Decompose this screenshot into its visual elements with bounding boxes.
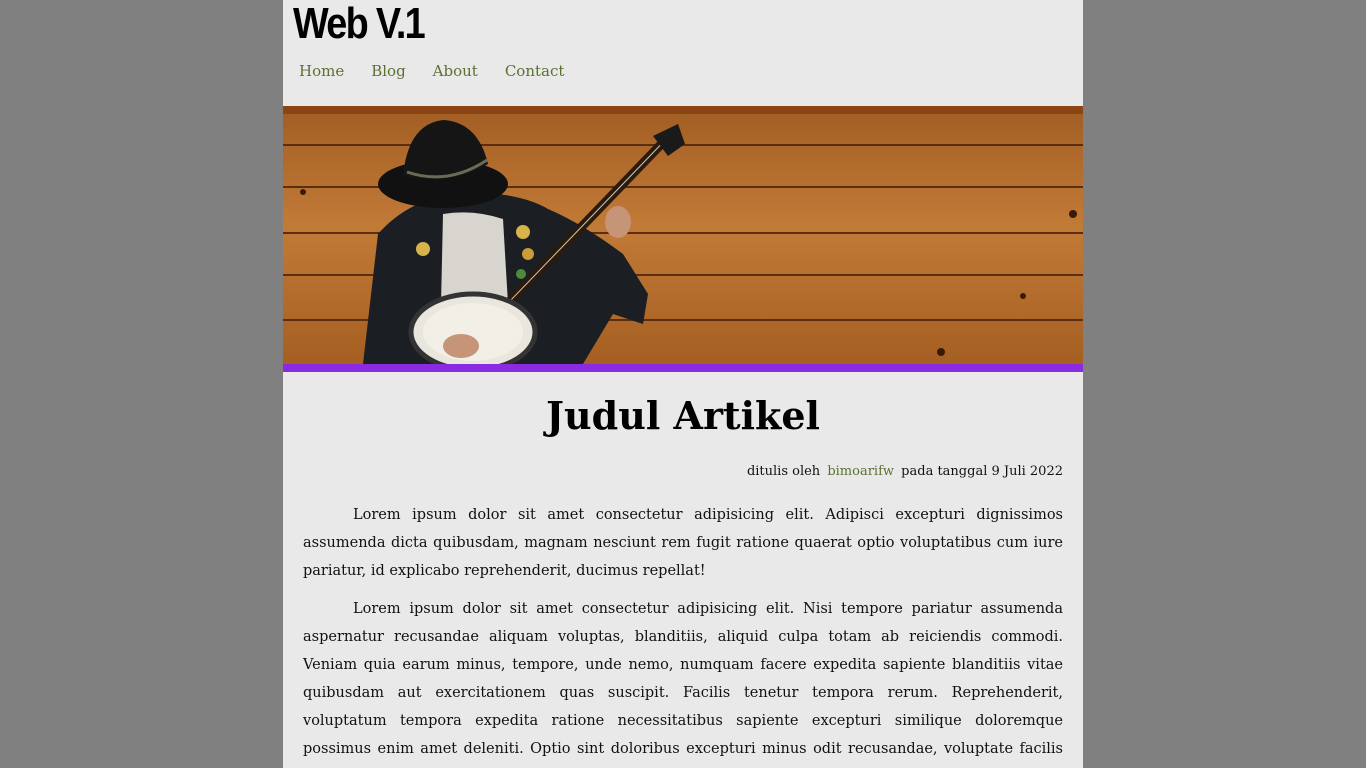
site-header: Web V.1 Home Blog About Contact: [283, 0, 1083, 106]
page-container: Web V.1 Home Blog About Contact Judul Ar…: [283, 0, 1083, 768]
article-meta: ditulis oleh bimoarifw pada tanggal 9 Ju…: [303, 464, 1063, 479]
main-nav: Home Blog About Contact: [299, 62, 591, 80]
hero-bottom-border: [283, 364, 1083, 372]
nav-home-link[interactable]: Home: [299, 62, 344, 80]
meta-suffix: pada tanggal 9 Juli 2022: [901, 464, 1063, 479]
article-title: Judul Artikel: [546, 393, 820, 438]
site-logo[interactable]: Web V.1: [293, 0, 426, 48]
nav-blog-link[interactable]: Blog: [371, 62, 405, 80]
article: Judul Artikel ditulis oleh bimoarifw pad…: [283, 392, 1083, 768]
nav-contact-link[interactable]: Contact: [505, 62, 565, 80]
banjo-player-icon: [300, 120, 1077, 364]
article-paragraph: Lorem ipsum dolor sit amet consectetur a…: [303, 601, 1063, 757]
article-paragraph: Lorem ipsum dolor sit amet consectetur a…: [303, 507, 1063, 579]
hero-top-border: [283, 106, 1083, 114]
nav-about-link[interactable]: About: [433, 62, 478, 80]
author-link[interactable]: bimoarifw: [827, 464, 894, 479]
hero-image: [283, 114, 1083, 364]
meta-prefix: ditulis oleh: [746, 464, 821, 479]
